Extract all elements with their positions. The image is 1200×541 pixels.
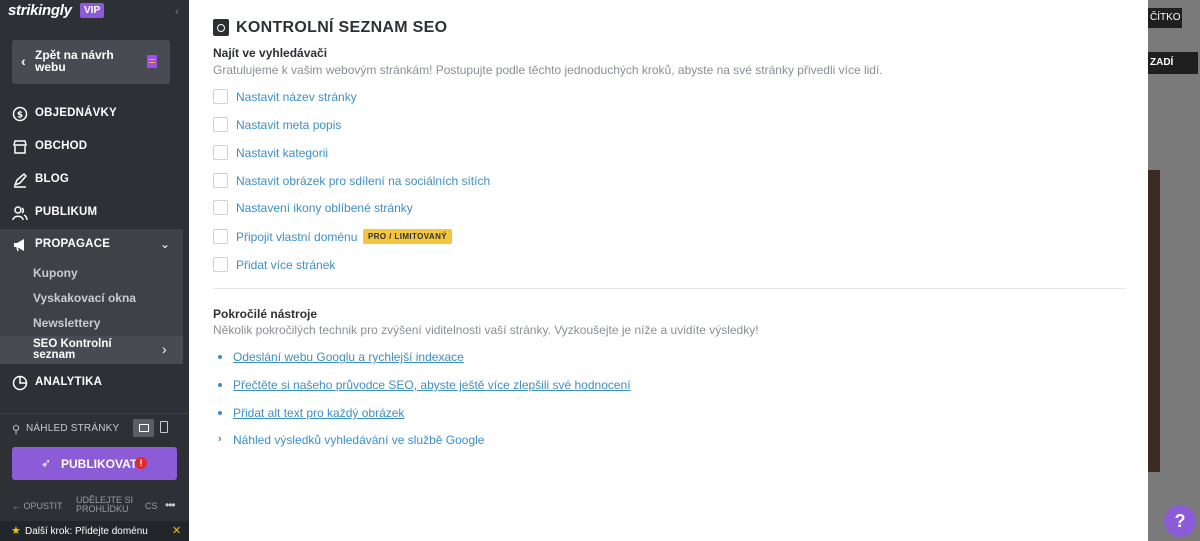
take-tour-link[interactable]: UDĚLEJTE SI PROHLÍDKU — [76, 496, 136, 514]
vip-badge: VIP — [80, 3, 105, 18]
more-options-icon[interactable]: ••• — [165, 498, 176, 512]
checklist-link[interactable]: Připojit vlastní doménu — [236, 230, 357, 244]
checkbox[interactable] — [213, 145, 228, 160]
publish-button[interactable]: ➶ PUBLIKOVAT ! — [12, 447, 177, 480]
checkbox[interactable] — [213, 173, 228, 188]
checkbox[interactable] — [213, 257, 228, 272]
help-button[interactable]: ? — [1164, 505, 1196, 537]
sidebar-header: strikingly VIP ‹ — [0, 0, 189, 26]
submit-to-google-link[interactable]: Odeslání webu Googlu a rychlejší indexac… — [233, 350, 464, 364]
checkbox[interactable] — [213, 200, 228, 215]
seo-search-icon — [213, 19, 229, 36]
document-icon — [147, 55, 157, 68]
sidebar-item-label: BLOG — [35, 173, 70, 185]
page-preview-label: NÁHLED STRÁNKY — [26, 423, 120, 434]
sidebar-item-label: ANALYTIKA — [35, 376, 103, 388]
section-divider — [213, 288, 1126, 289]
sidebar-item-blog[interactable]: BLOG — [0, 164, 183, 196]
page-preview-row: ⚲ NÁHLED STRÁNKY — [0, 418, 189, 440]
alt-text-link[interactable]: Přidat alt text pro každý obrázek — [233, 406, 404, 420]
next-step-bar[interactable]: ★ Další krok: Přidejte doménu ✕ — [0, 521, 189, 541]
rocket-icon: ➶ — [41, 456, 52, 470]
checklist-link[interactable]: Nastavit meta popis — [236, 118, 341, 132]
advanced-section-description: Několik pokročilých technik pro zvýšení … — [213, 323, 759, 337]
back-to-editor-label: Zpět na návrh webu — [35, 48, 114, 74]
sidebar-item-orders[interactable]: $ OBJEDNÁVKY — [0, 98, 183, 130]
pie-chart-icon — [12, 375, 28, 391]
alert-icon: ! — [135, 457, 147, 469]
next-step-label: Další krok: Přidejte doménu — [25, 526, 148, 537]
pro-limited-badge: PRO / LIMITOVANÝ — [363, 229, 452, 244]
seo-checklist-panel: KONTROLNÍ SEZNAM SEO Najít ve vyhledávač… — [189, 0, 1148, 541]
chevron-down-icon: ⌄ — [160, 237, 171, 251]
checklist-link[interactable]: Nastavení ikony oblíbené stránky — [236, 201, 413, 215]
seo-guide-link[interactable]: Přečtěte si našeho průvodce SEO, abyste … — [233, 378, 631, 392]
bullet-icon — [218, 355, 222, 359]
sidebar: strikingly VIP ‹ ‹ Zpět na návrh webu $ … — [0, 0, 189, 541]
exit-link[interactable]: ← OPUSTIT — [12, 501, 63, 511]
pen-icon — [13, 172, 28, 188]
sidebar-item-store[interactable]: OBCHOD — [0, 131, 183, 163]
dollar-circle-icon: $ — [12, 106, 28, 122]
submenu-item-label: SEO Kontrolní seznam — [33, 338, 112, 361]
sidebar-item-label: PROPAGACE — [35, 238, 111, 250]
collapse-sidebar-icon[interactable]: ‹ — [175, 4, 179, 18]
editor-photo — [1148, 170, 1160, 472]
checkbox[interactable] — [213, 89, 228, 104]
page-title: KONTROLNÍ SEZNAM SEO — [236, 19, 448, 36]
submenu-item-seo-checklist[interactable]: SEO Kontrolní seznam › — [0, 336, 183, 364]
mobile-preview-button[interactable] — [160, 421, 168, 433]
submenu-item-coupons[interactable]: Kupony — [33, 266, 78, 280]
store-icon — [13, 140, 27, 154]
search-icon: ⚲ — [12, 424, 21, 436]
sidebar-divider — [0, 413, 189, 414]
checkbox[interactable] — [213, 117, 228, 132]
advanced-section-heading: Pokročilé nástroje — [213, 307, 318, 321]
find-section-heading: Najít ve vyhledávači — [213, 46, 328, 60]
sidebar-item-promotion[interactable]: PROPAGACE ⌄ — [0, 229, 183, 261]
language-selector[interactable]: CS — [145, 501, 158, 511]
sidebar-item-analytics[interactable]: ANALYTIKA — [0, 367, 183, 399]
chevron-left-icon: ‹ — [21, 53, 26, 69]
checklist-link[interactable]: Přidat více stránek — [236, 258, 335, 272]
chevron-right-icon: › — [162, 341, 167, 357]
editor-background: ČÍTKO ZADÍ ? — [1148, 0, 1200, 541]
strikingly-logo: strikingly — [8, 2, 72, 19]
back-to-editor-button[interactable]: ‹ Zpět na návrh webu — [12, 40, 170, 84]
sidebar-item-label: OBJEDNÁVKY — [35, 107, 117, 119]
bullet-icon — [218, 411, 222, 415]
submenu-item-popups[interactable]: Vyskakovací okna — [33, 291, 136, 305]
star-icon: ★ — [11, 525, 21, 537]
sidebar-footer: ← OPUSTIT UDĚLEJTE SI PROHLÍDKU CS ••• — [0, 494, 189, 520]
sidebar-item-label: PUBLIKUM — [35, 206, 98, 218]
checklist-link[interactable]: Nastavit obrázek pro sdílení na sociální… — [236, 174, 490, 188]
sidebar-item-audience[interactable]: PUBLIKUM — [0, 197, 183, 229]
submenu-item-newsletters[interactable]: Newslettery — [33, 316, 100, 330]
checklist-link[interactable]: Nastavit kategorii — [236, 146, 328, 160]
find-section-description: Gratulujeme k vašim webovým stránkám! Po… — [213, 63, 883, 77]
svg-text:$: $ — [17, 111, 23, 121]
sidebar-item-label: OBCHOD — [35, 140, 88, 152]
editor-background-button[interactable]: ZADÍ — [1148, 52, 1198, 74]
megaphone-icon — [14, 239, 24, 252]
checkbox[interactable] — [213, 229, 228, 244]
desktop-preview-button[interactable] — [133, 419, 154, 437]
google-preview-label[interactable]: Náhled výsledků vyhledávání ve službě Go… — [233, 433, 484, 447]
exit-label: OPUSTIT — [23, 501, 63, 511]
editor-button[interactable]: ČÍTKO — [1148, 8, 1182, 28]
people-icon — [12, 206, 28, 221]
checklist-link[interactable]: Nastavit název stránky — [236, 90, 357, 104]
bullet-icon — [218, 383, 222, 387]
publish-label: PUBLIKOVAT — [61, 457, 138, 471]
chevron-right-icon: › — [218, 433, 222, 445]
close-icon[interactable]: ✕ — [172, 524, 181, 537]
